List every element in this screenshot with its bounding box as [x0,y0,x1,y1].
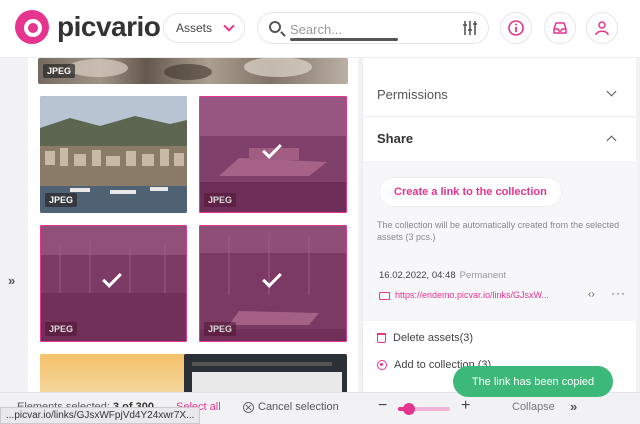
app-window: picvario Assets Search... » JPEG JPEG JP… [0,0,640,424]
toast-notification: The link has been copied [453,366,613,397]
asset-tile-selected[interactable]: JPEG [199,96,347,213]
asset-tile-selected[interactable]: JPEG [199,225,347,342]
cancel-selection-button[interactable]: Cancel selection [243,401,339,413]
logo[interactable]: picvario [15,10,161,44]
file-type-badge: JPEG [43,64,76,78]
asset-grid: JPEG JPEG JPEG JPEG JPEG [28,58,358,398]
file-type-badge: JPEG [204,322,237,336]
filter-sliders-icon[interactable] [461,19,479,37]
search-icon [269,21,281,33]
file-type-badge: JPEG [45,193,78,207]
collapse-button[interactable]: Collapse [512,401,555,413]
share-section-header[interactable]: Share [363,116,637,160]
screenshot-thumbnail [192,362,332,366]
trash-icon [377,333,386,343]
link-permanence: Permanent [459,270,507,281]
logo-text: picvario [57,11,161,42]
close-circle-icon [243,401,254,413]
checkmark-icon [262,139,282,159]
more-options-icon[interactable]: ··· [611,286,626,300]
info-button[interactable] [500,12,532,44]
zoom-out-button[interactable]: − [378,397,387,415]
asset-tile[interactable]: JPEG [38,58,348,84]
file-type-badge: JPEG [45,322,78,336]
user-button[interactable] [586,12,618,44]
info-icon [508,20,524,36]
create-link-button[interactable]: Create a link to the collection [379,177,562,207]
chevron-down-icon [223,20,235,32]
rocks-image [38,58,348,84]
delete-assets-label: Delete assets(3) [393,332,474,344]
inbox-button[interactable] [544,12,576,44]
user-icon [595,21,609,36]
search-input[interactable] [290,19,450,39]
permissions-label: Permissions [377,86,448,102]
collapse-panel-icon[interactable]: » [570,399,577,414]
zoom-in-button[interactable]: + [461,397,470,415]
share-link-url[interactable]: https://endemo.picvar.io/links/GJsxW... [395,290,549,300]
file-type-badge: JPEG [204,193,237,207]
details-panel: Permissions Share Create a link to the c… [362,58,637,398]
share-label: Share [377,131,414,146]
asset-tile-selected[interactable]: JPEG [40,225,187,342]
top-header: picvario Assets [0,0,640,58]
folder-icon [379,292,390,300]
link-date-value: 16.02.2022, 04:48 [379,270,456,281]
share-section-body: Create a link to the collection The coll… [363,161,637,321]
asset-tile[interactable]: JPEG [40,96,187,213]
zoom-slider-handle[interactable] [403,403,416,415]
link-row: https://endemo.picvar.io/links/GJsxW... … [379,286,631,305]
search-underline [290,38,398,41]
status-bar-url: ...picvar.io/links/GJsxWFpjVd4Y24xwr7X..… [0,407,201,424]
share-note: The collection will be automatically cre… [377,220,620,242]
logo-mark-icon [15,10,49,44]
chevron-up-icon [606,135,617,146]
add-circle-icon [377,360,387,370]
checkmark-icon [102,268,122,288]
permissions-section-header[interactable]: Permissions [363,72,637,116]
chevron-down-icon [606,86,617,97]
zoom-slider[interactable] [398,403,450,415]
checkmark-icon [262,268,282,288]
left-gutter: » [0,58,28,398]
expand-sidebar-icon[interactable]: » [8,273,15,288]
link-date: 16.02.2022, 04:48 Permanent [379,270,506,281]
code-embed-icon[interactable]: ‹› [588,289,595,300]
inbox-icon [553,22,567,34]
assets-dropdown-label: Assets [176,21,213,35]
assets-dropdown[interactable]: Assets [163,13,245,43]
cancel-selection-label: Cancel selection [258,401,339,413]
delete-assets-button[interactable]: Delete assets(3) [377,332,473,344]
